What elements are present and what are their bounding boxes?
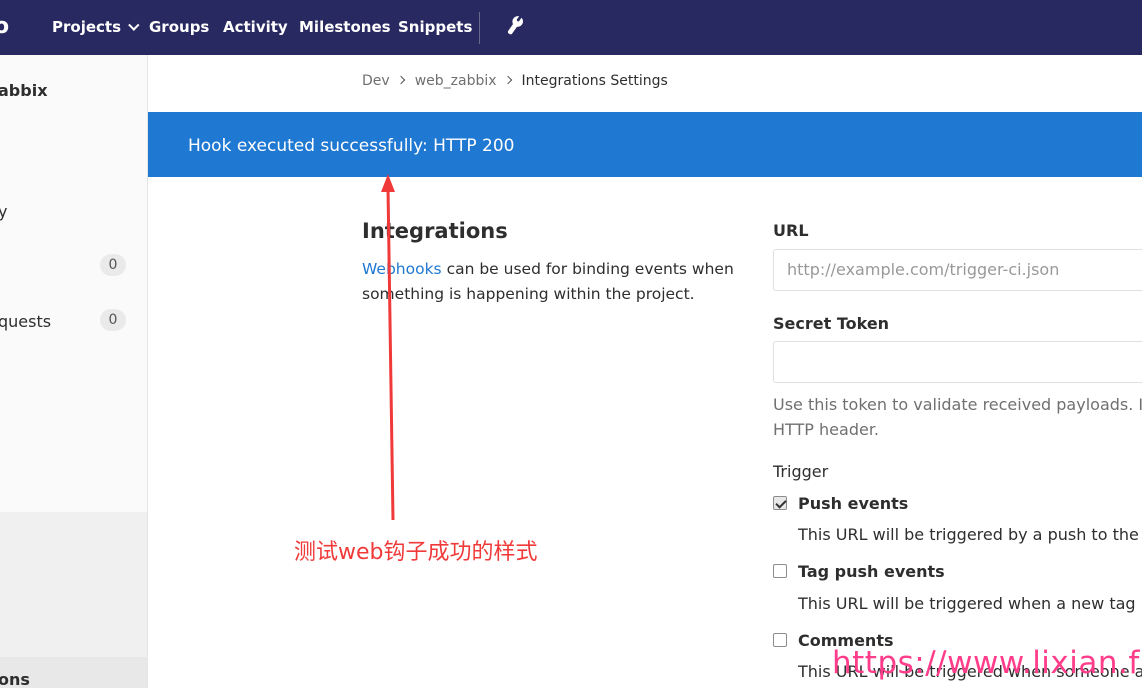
secret-token-help-line1: Use this token to validate received payl… <box>773 395 1142 414</box>
top-navbar: o Projects Groups Activity Milestones Sn… <box>0 0 1142 55</box>
nav-groups[interactable]: Groups <box>149 18 209 36</box>
secret-token-input[interactable] <box>773 341 1142 383</box>
trigger-label: Trigger <box>773 462 829 481</box>
webhooks-link[interactable]: Webhooks <box>362 260 442 278</box>
push-events-help: This URL will be triggered by a push to … <box>798 525 1142 544</box>
secret-token-label: Secret Token <box>773 314 890 333</box>
nav-projects-label: Projects <box>52 18 122 36</box>
chevron-right-icon <box>396 75 405 85</box>
wrench-icon[interactable] <box>505 16 527 38</box>
secret-token-help: Use this token to validate received payl… <box>773 392 1142 442</box>
sidebar-item-integrations[interactable]: ons <box>0 670 30 688</box>
comments-checkbox[interactable] <box>773 633 787 647</box>
nav-divider <box>479 12 480 44</box>
flash-message: Hook executed successfully: HTTP 200 <box>188 136 515 156</box>
nav-projects[interactable]: Projects <box>52 18 140 36</box>
tag-push-events-help: This URL will be triggered when a new ta… <box>798 594 1142 613</box>
flash-notice: Hook executed successfully: HTTP 200 <box>148 112 1142 177</box>
annotation-label: 测试web钩子成功的样式 <box>294 540 538 565</box>
push-events-label[interactable]: Push events <box>798 494 908 513</box>
breadcrumb-project[interactable]: web_zabbix <box>415 73 497 89</box>
sidebar-item-activity[interactable]: y <box>0 202 7 221</box>
watermark: https://www.lixian.fun <box>832 645 1142 681</box>
breadcrumb-dev[interactable]: Dev <box>362 73 390 89</box>
tag-push-events-label[interactable]: Tag push events <box>798 562 945 581</box>
url-label: URL <box>773 221 809 240</box>
push-events-checkbox[interactable] <box>773 496 787 510</box>
tag-push-events-checkbox[interactable] <box>773 564 787 578</box>
url-input[interactable]: http://example.com/trigger-ci.json <box>773 249 1142 291</box>
logo-fragment[interactable]: o <box>0 14 9 39</box>
sidebar-item-merge-requests[interactable]: quests <box>0 312 51 331</box>
sidebar-merge-requests-count: 0 <box>100 309 126 331</box>
sidebar-issues-count: 0 <box>100 254 126 276</box>
section-description: Webhooks can be used for binding events … <box>362 257 747 307</box>
sidebar: abbix y 0 quests 0 ons <box>0 55 148 688</box>
section-title: Integrations <box>362 219 508 243</box>
secret-token-help-line2: HTTP header. <box>773 420 880 439</box>
nav-activity[interactable]: Activity <box>223 18 288 36</box>
breadcrumb-current[interactable]: Integrations Settings <box>522 73 668 89</box>
chevron-right-icon <box>503 75 512 85</box>
chevron-down-icon <box>128 19 140 31</box>
sidebar-project-name[interactable]: abbix <box>0 81 48 100</box>
sidebar-hover-band <box>0 512 147 657</box>
breadcrumb: Dev web_zabbix Integrations Settings <box>362 73 668 89</box>
nav-milestones[interactable]: Milestones <box>299 18 391 36</box>
nav-snippets[interactable]: Snippets <box>398 18 472 36</box>
